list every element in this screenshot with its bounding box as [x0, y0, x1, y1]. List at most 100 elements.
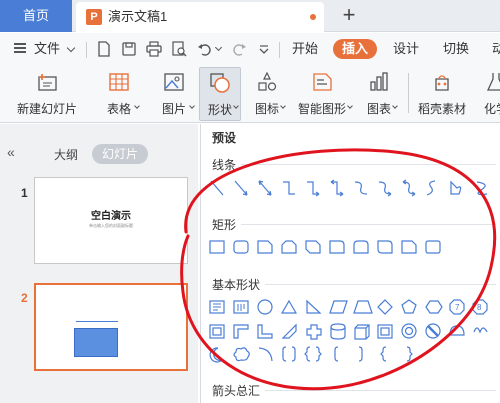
- scribble-icon: [476, 181, 488, 196]
- half-frame-icon: [233, 324, 249, 339]
- moon-icon: [209, 347, 223, 363]
- chemistry-icon: [486, 73, 500, 91]
- chart-icon: [370, 72, 388, 91]
- curved-arrow-icon: [378, 181, 392, 197]
- slide-number: 2: [21, 291, 28, 305]
- menu-icon[interactable]: [14, 43, 26, 53]
- picture-icon: [164, 73, 184, 91]
- tab-start[interactable]: 开始: [292, 33, 318, 65]
- chemistry-label: 化学: [483, 102, 500, 116]
- table-icon: [109, 73, 129, 91]
- rectangle-shapes[interactable]: [209, 240, 441, 254]
- curved-double-arrow-icon: [402, 179, 416, 197]
- arrow-line-icon: [234, 180, 248, 196]
- icons-button[interactable]: 图标: [246, 67, 288, 121]
- print-icon[interactable]: [146, 41, 162, 57]
- left-brace-icon: [380, 346, 387, 362]
- trapezoid-icon: [353, 300, 373, 314]
- oval-icon: [257, 299, 273, 315]
- print-preview-icon[interactable]: [171, 41, 187, 57]
- chemistry-button[interactable]: 化学: [476, 67, 500, 121]
- tab-animation[interactable]: 动: [492, 33, 500, 65]
- rectangle-icon: [209, 240, 225, 254]
- cross-icon: [306, 324, 322, 340]
- shape-grid: 7 8: [209, 179, 488, 363]
- document-title: 演示文稿1: [108, 9, 168, 24]
- basic-shapes-row3[interactable]: [209, 346, 413, 363]
- elbow-double-arrow-icon: [330, 179, 344, 197]
- double-arrow-line-icon: [258, 180, 272, 196]
- unsaved-dot-icon: [310, 14, 316, 20]
- slide-title: 空白演示: [91, 211, 131, 222]
- frame-icon: [209, 324, 225, 339]
- round-corner-rectangle-icon: [329, 240, 345, 254]
- redo-icon[interactable]: [231, 41, 247, 57]
- icons-icon: [258, 71, 277, 91]
- curved-connector-icon: [354, 181, 368, 195]
- tab-transition[interactable]: 切换: [443, 33, 469, 65]
- file-menu[interactable]: 文件: [34, 33, 60, 65]
- arc-icon: [258, 347, 273, 362]
- donut-icon: [401, 323, 417, 339]
- cloud-icon: [233, 347, 250, 362]
- left-bracket-icon: [334, 346, 339, 362]
- table-button[interactable]: 表格: [98, 67, 140, 121]
- tab-bar: 首页 P 演示文稿1 +: [0, 0, 500, 32]
- presentation-icon: P: [86, 9, 102, 25]
- slide-thumbnail-2[interactable]: [34, 283, 188, 371]
- freeform-icon: [450, 180, 462, 195]
- chevron-down-icon[interactable]: [66, 43, 76, 53]
- menu-row: 文件 开始 插入 设计 切换 动: [0, 33, 500, 65]
- table-label: 表格: [106, 102, 131, 116]
- save-icon[interactable]: [121, 41, 137, 57]
- picture-label: 图片: [161, 102, 186, 116]
- cube-icon: [354, 324, 370, 340]
- new-file-icon[interactable]: [96, 41, 112, 57]
- block-arc-icon: [449, 325, 465, 336]
- undo-dropdown-icon[interactable]: [214, 43, 223, 52]
- diagonal-stripe-icon: [281, 323, 297, 339]
- tab-document[interactable]: P 演示文稿1: [76, 2, 324, 32]
- smart-art-label: 智能图形: [297, 102, 346, 116]
- assets-icon: [435, 75, 449, 91]
- new-slide-label: 新建幻灯片: [16, 102, 77, 116]
- assets-label: 稻壳素材: [417, 102, 466, 116]
- more-dropdown-icon[interactable]: [256, 41, 272, 57]
- ribbon-insert: 新建幻灯片 表格 图片 形状 图标 智能图形 图表 稻壳素材 化学: [0, 65, 500, 174]
- snip-corner-rectangle-icon: [257, 240, 273, 254]
- pentagon-icon: [401, 299, 417, 314]
- line-icon: [210, 180, 224, 196]
- new-slide-button[interactable]: 新建幻灯片: [8, 67, 86, 121]
- svg-text:8: 8: [477, 303, 482, 312]
- basic-shapes-row1[interactable]: 7 8: [209, 299, 488, 315]
- tab-insert[interactable]: 插入: [333, 39, 377, 59]
- line-shapes[interactable]: [210, 179, 488, 197]
- basic-shapes-row2[interactable]: [209, 323, 488, 340]
- undo-icon[interactable]: [197, 41, 213, 57]
- chart-button[interactable]: 图表: [358, 67, 400, 121]
- right-triangle-icon: [306, 299, 322, 314]
- smart-art-button[interactable]: 智能图形: [292, 67, 352, 121]
- tab-slides[interactable]: 幻灯片: [92, 144, 148, 164]
- round-diagonal-rectangle-icon: [377, 240, 393, 254]
- slide-line-shape: [76, 321, 118, 322]
- plaque-rectangle-icon: [425, 240, 441, 254]
- can-icon: [330, 323, 346, 340]
- snip-same-side-rectangle-icon: [281, 240, 297, 254]
- elbow-arrow-icon: [307, 181, 320, 197]
- right-brace-icon: [406, 346, 413, 362]
- tab-design[interactable]: 设计: [393, 33, 419, 65]
- collapse-panel-icon[interactable]: «: [7, 144, 15, 160]
- shape-button[interactable]: 形状: [199, 67, 241, 121]
- bevel-icon: [377, 324, 393, 339]
- assets-button[interactable]: 稻壳素材: [414, 67, 470, 121]
- new-tab-button[interactable]: +: [336, 0, 362, 32]
- hexagon-icon: [425, 300, 443, 314]
- slide-thumbnail-1[interactable]: 空白演示 单击输入您的封面副标题: [34, 177, 188, 264]
- tab-outline[interactable]: 大纲: [54, 146, 78, 163]
- picture-button[interactable]: 图片: [153, 67, 195, 121]
- wave-icon: [473, 327, 488, 334]
- svg-text:7: 7: [455, 303, 460, 312]
- curve-icon: [426, 180, 436, 196]
- tab-home[interactable]: 首页: [0, 0, 72, 32]
